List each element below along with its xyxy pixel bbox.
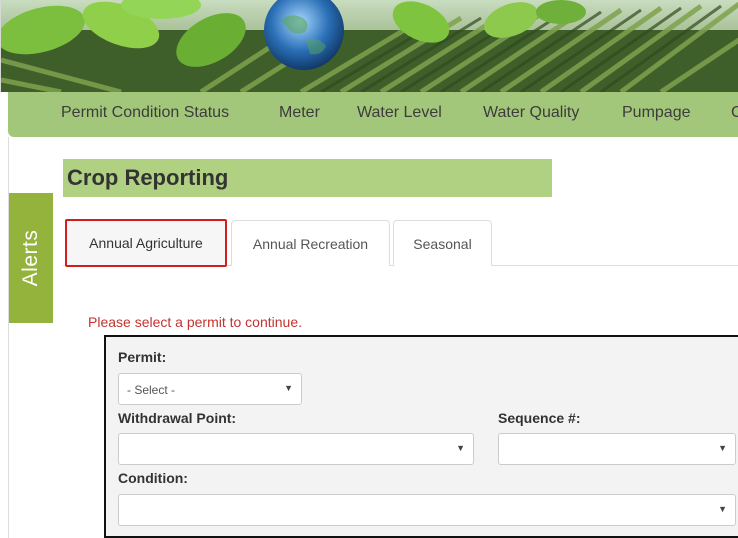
main-nav: Permit Condition Status Meter Water Leve… [8,92,738,137]
nav-item-pumpage[interactable]: Pumpage [622,104,691,122]
alerts-label: Alerts [19,229,42,287]
page-title-bar: Crop Reporting [63,159,552,197]
condition-label: Condition: [118,470,188,486]
tab-annual-recreation[interactable]: Annual Recreation [231,220,390,266]
chevron-down-icon: ▼ [456,443,465,453]
permit-select-value: - Select - [127,383,176,397]
nav-item-meter[interactable]: Meter [279,104,320,122]
sequence-label: Sequence #: [498,410,581,426]
nav-item-water-level[interactable]: Water Level [357,104,442,122]
banner-image [1,0,738,92]
withdrawal-point-select[interactable]: ▼ [118,433,474,465]
chevron-down-icon: ▼ [718,443,727,453]
validation-message: Please select a permit to continue. [88,314,303,330]
header-banner [0,0,738,92]
nav-item-water-quality[interactable]: Water Quality [483,104,579,122]
nav-item-truncated[interactable]: C [731,104,738,122]
chevron-down-icon: ▼ [718,504,727,514]
withdrawal-point-label: Withdrawal Point: [118,410,237,426]
nav-item-permit-condition-status[interactable]: Permit Condition Status [61,104,229,122]
chevron-down-icon: ▼ [284,383,293,393]
tab-seasonal[interactable]: Seasonal [393,220,492,266]
permit-form-panel: Permit: - Select - ▼ Withdrawal Point: ▼… [104,335,738,538]
permit-select[interactable]: - Select - ▼ [118,373,302,405]
tab-annual-agriculture[interactable]: Annual Agriculture [65,219,227,267]
page-title: Crop Reporting [67,165,229,190]
alerts-tab[interactable]: Alerts [9,193,53,323]
permit-label: Permit: [118,349,167,365]
sequence-select[interactable]: ▼ [498,433,736,465]
condition-select[interactable]: ▼ [118,494,736,526]
